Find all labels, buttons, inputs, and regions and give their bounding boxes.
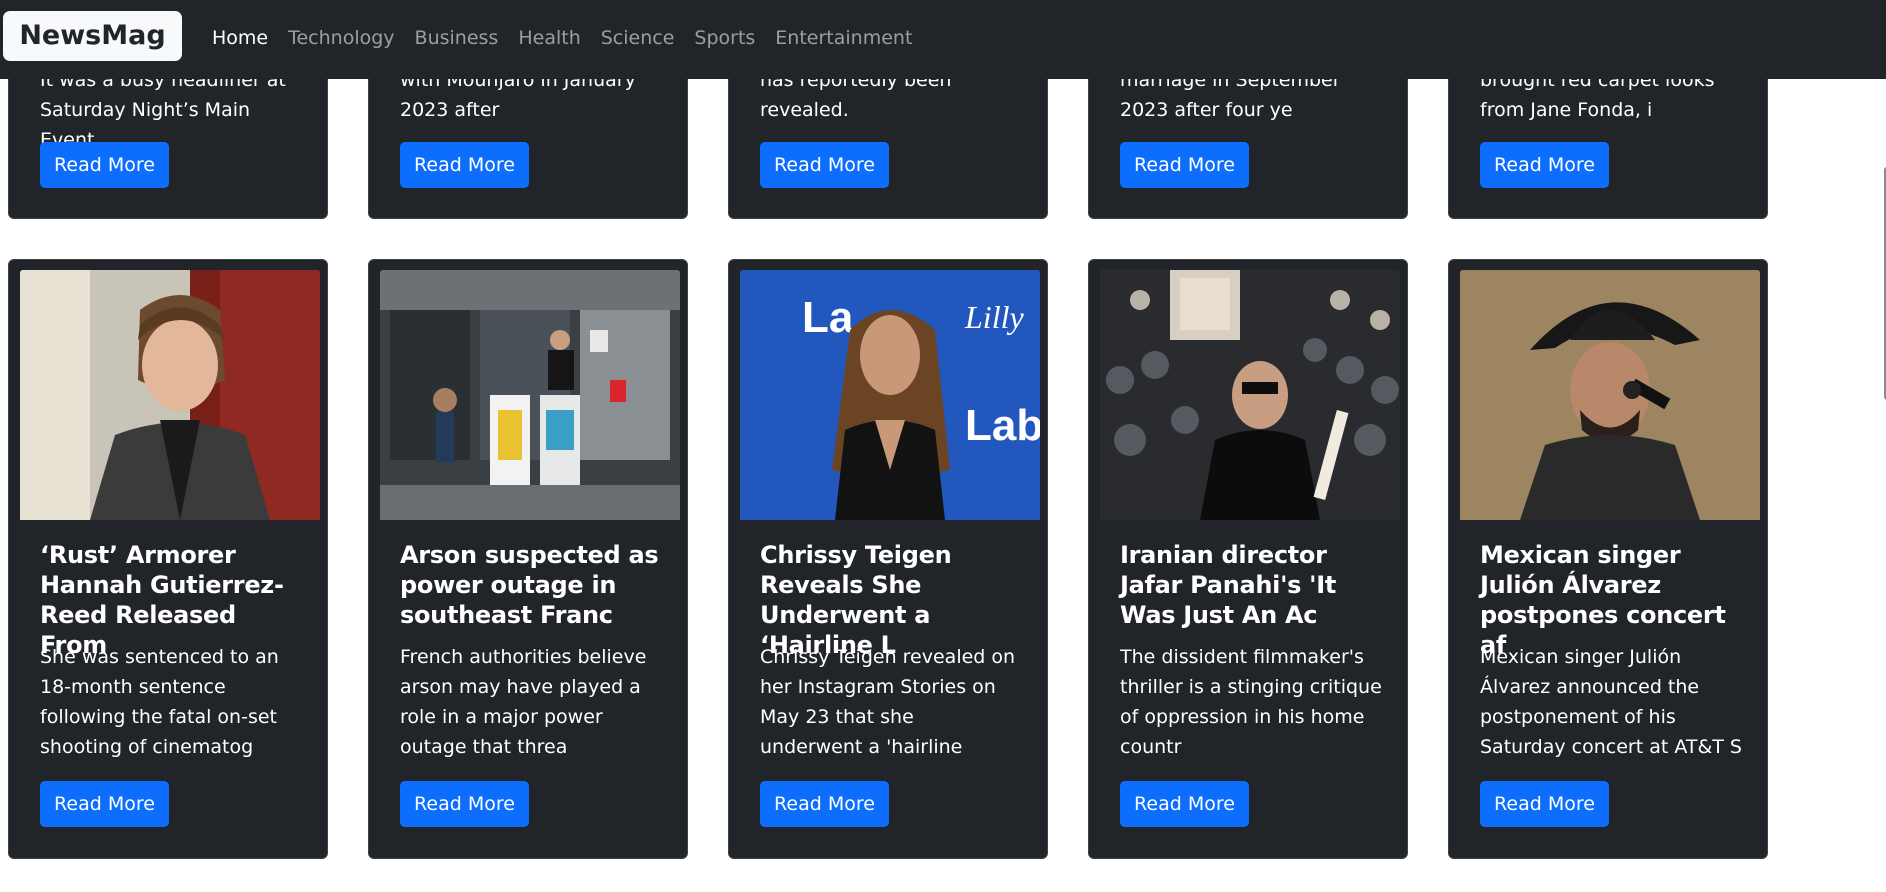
singer-cowboy-hat-photo[interactable]	[1460, 270, 1760, 520]
card-description: Chrissy Teigen revealed on her Instagram…	[760, 646, 1016, 758]
nav-link-health[interactable]: Health	[518, 24, 580, 52]
article-card: La Lilly Lab Chrissy Teigen Reveals She …	[728, 259, 1048, 859]
read-more-button[interactable]: Read More	[400, 781, 529, 827]
nav-link-business[interactable]: Business	[415, 24, 499, 52]
read-more-button[interactable]: Read More	[1120, 781, 1249, 827]
article-grid: It was a busy headliner at Saturday Nigh…	[0, 0, 1886, 892]
brand-logo[interactable]: NewsMag	[3, 11, 182, 61]
page: It was a busy headliner at Saturday Nigh…	[0, 0, 1886, 892]
svg-text:La: La	[802, 293, 854, 342]
red-carpet-photo[interactable]: La Lilly Lab	[740, 270, 1040, 520]
svg-text:Lab: Lab	[965, 401, 1040, 450]
award-ceremony-photo[interactable]	[1100, 270, 1400, 520]
read-more-button[interactable]: Read More	[1120, 142, 1249, 188]
nav-links: Home Technology Business Health Science …	[212, 24, 912, 52]
nav-link-technology[interactable]: Technology	[288, 24, 394, 52]
nav-link-sports[interactable]: Sports	[694, 24, 755, 52]
svg-text:Lilly: Lilly	[964, 299, 1024, 335]
read-more-button[interactable]: Read More	[400, 142, 529, 188]
read-more-button[interactable]: Read More	[1480, 781, 1609, 827]
article-card: Iranian director Jafar Panahi's 'It Was …	[1088, 259, 1408, 859]
card-description: The dissident filmmaker's thriller is a …	[1120, 646, 1382, 758]
read-more-button[interactable]: Read More	[760, 142, 889, 188]
article-card: Arson suspected as power outage in south…	[368, 259, 688, 859]
card-description: French authorities believe arson may hav…	[400, 646, 647, 758]
read-more-button[interactable]: Read More	[40, 781, 169, 827]
page-scrollbar[interactable]	[1868, 0, 1886, 892]
read-more-button[interactable]: Read More	[760, 781, 889, 827]
card-title: Iranian director Jafar Panahi's 'It Was …	[1120, 541, 1337, 629]
card-description: She was sentenced to an 18-month sentenc…	[40, 646, 279, 758]
read-more-button[interactable]: Read More	[40, 142, 169, 188]
portrait-woman-photo[interactable]	[20, 270, 320, 520]
top-navbar: NewsMag Home Technology Business Health …	[0, 0, 1886, 79]
article-card: ‘Rust’ Armorer Hannah Gutierrez-Reed Rel…	[8, 259, 328, 859]
nav-link-entertainment[interactable]: Entertainment	[775, 24, 912, 52]
read-more-button[interactable]: Read More	[1480, 142, 1609, 188]
street-shopfront-photo[interactable]	[380, 270, 680, 520]
card-title: Arson suspected as power outage in south…	[400, 541, 659, 629]
nav-link-home[interactable]: Home	[212, 24, 268, 52]
article-card: Mexican singer Julión Álvarez postpones …	[1448, 259, 1768, 859]
card-description: Mexican singer Julión Álvarez announced …	[1480, 646, 1742, 758]
nav-link-science[interactable]: Science	[601, 24, 675, 52]
